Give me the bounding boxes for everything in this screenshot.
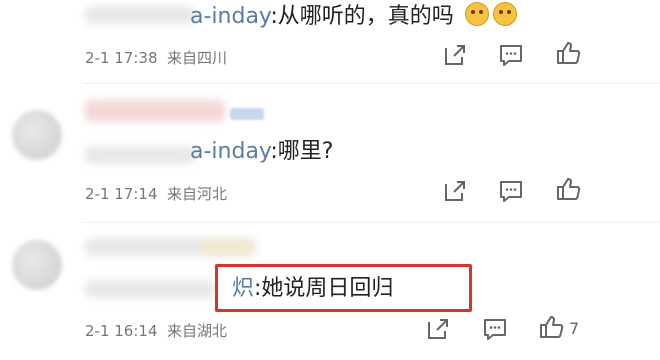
comment-meta: 2-1 17:14 来自河北 [85, 183, 227, 204]
timestamp: 2-1 17:14 [85, 185, 158, 203]
share-icon[interactable] [442, 178, 468, 204]
location: 来自河北 [167, 185, 228, 203]
avatar[interactable] [12, 240, 62, 290]
avatar[interactable] [12, 110, 62, 160]
divider [82, 83, 660, 84]
comment-meta: 2-1 17:38 来自四川 [85, 47, 227, 68]
mention-link[interactable]: a-inday [190, 139, 270, 164]
mention-link[interactable]: a-inday [190, 4, 270, 29]
blurred-reply-target [85, 280, 215, 298]
location: 来自湖北 [167, 322, 228, 340]
crying-face-emoji-icon [492, 2, 517, 26]
comment-text: a-inday:哪里? [190, 138, 333, 166]
comment-icon[interactable] [482, 316, 508, 342]
vip-badge [230, 108, 264, 120]
blurred-badge [200, 240, 255, 254]
comment-text: a-inday:从哪听的，真的吗 [190, 2, 517, 31]
timestamp: 2-1 16:14 [85, 322, 158, 340]
comment-icon[interactable] [498, 178, 524, 204]
location: 来自四川 [167, 49, 228, 67]
share-icon[interactable] [425, 316, 451, 342]
like-icon[interactable] [555, 176, 581, 202]
blurred-username [85, 6, 195, 24]
divider [82, 222, 660, 223]
comment-body: :哪里? [270, 139, 334, 164]
comment-body: :从哪听的，真的吗 [270, 4, 454, 29]
comment-icon[interactable] [498, 42, 524, 68]
share-icon[interactable] [442, 42, 468, 68]
highlight-box [215, 264, 472, 312]
blurred-username [85, 100, 225, 122]
crying-face-emoji-icon [464, 2, 489, 26]
like-icon[interactable] [555, 40, 581, 66]
timestamp: 2-1 17:38 [85, 49, 158, 67]
blurred-reply-target [85, 146, 195, 164]
comment-meta: 2-1 16:14 来自湖北 [85, 320, 227, 341]
like-icon[interactable] [538, 314, 564, 340]
like-count: 7 [569, 319, 580, 338]
